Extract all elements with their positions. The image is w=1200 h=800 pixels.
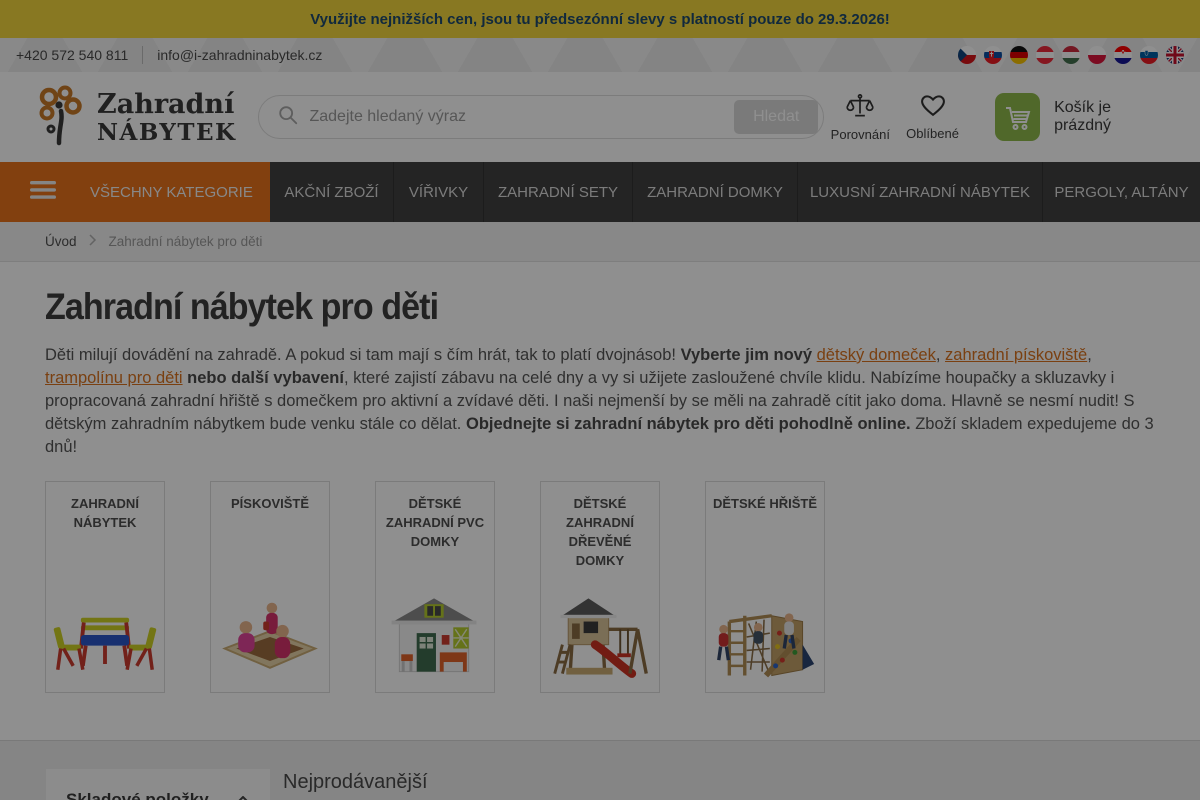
category-card-piskoviste[interactable]: PÍSKOVIŠTĚ xyxy=(210,481,330,693)
german-flag-icon[interactable] xyxy=(1010,46,1028,64)
search-icon xyxy=(277,104,299,131)
favorites-label: Oblíbené xyxy=(906,126,959,141)
bottom-section: Skladové položky Nejprodávanější xyxy=(0,740,1200,800)
promo-banner: Využijte nejnižších cen, jsou tu předsez… xyxy=(0,0,1200,38)
intro-text: , xyxy=(936,346,945,364)
breadcrumb: Úvod Zahradní nábytek pro děti xyxy=(0,222,1200,262)
header-actions: Porovnání Oblíbené Košík xyxy=(824,93,1166,142)
compare-button[interactable]: Porovnání xyxy=(824,93,896,142)
page: Využijte nejnižších cen, jsou tu předsez… xyxy=(0,0,1200,800)
main-nav: VŠECHNY KATEGORIE AKČNÍ ZBOŽÍ VÍŘIVKY ZA… xyxy=(0,162,1200,222)
nav-item-luxusni-zahradni-nabytek[interactable]: LUXUSNÍ ZAHRADNÍ NÁBYTEK xyxy=(797,162,1042,222)
page-title: Zahradní nábytek pro děti xyxy=(45,286,1078,328)
category-image-wooden-playhouse xyxy=(547,588,653,684)
bestsellers: Nejprodávanější xyxy=(283,741,1168,800)
breadcrumb-home[interactable]: Úvod xyxy=(45,234,77,249)
category-card-pvc-domky[interactable]: DĚTSKÉ ZAHRADNÍ PVC DOMKY xyxy=(375,481,495,693)
category-image-sandbox xyxy=(217,588,323,684)
category-image-pvc-playhouse xyxy=(382,588,488,684)
nav-all-categories[interactable]: VŠECHNY KATEGORIE xyxy=(0,162,270,222)
language-switcher xyxy=(958,46,1184,64)
intro-text: Děti milují dovádění na zahradě. A pokud… xyxy=(45,346,681,364)
link-zahradni-piskoviste[interactable]: zahradní pískoviště xyxy=(945,346,1087,364)
category-cards: ZAHRADNÍ NÁBYTEK xyxy=(45,481,1168,693)
contact-divider xyxy=(142,46,143,64)
polish-flag-icon[interactable] xyxy=(1088,46,1106,64)
phone-link[interactable]: +420 572 540 811 xyxy=(16,47,128,63)
category-title: ZAHRADNÍ NÁBYTEK xyxy=(53,494,157,532)
compare-label: Porovnání xyxy=(831,127,890,142)
intro-bold: Vyberte jim nový xyxy=(681,346,817,364)
category-title: DĚTSKÉ ZAHRADNÍ PVC DOMKY xyxy=(383,494,487,551)
czech-flag-icon[interactable] xyxy=(958,46,976,64)
bestsellers-title: Nejprodávanější xyxy=(283,771,1168,794)
category-title: DĚTSKÉ HŘIŠTĚ xyxy=(713,494,817,513)
logo[interactable]: Zahradní NÁBYTEK xyxy=(34,84,236,151)
stock-filter-box: Skladové položky xyxy=(46,769,270,800)
hungarian-flag-icon[interactable] xyxy=(1062,46,1080,64)
logo-line2: NÁBYTEK xyxy=(97,121,236,144)
link-detsky-domecek[interactable]: dětský domeček xyxy=(817,346,936,364)
nav-item-virivky[interactable]: VÍŘIVKY xyxy=(393,162,483,222)
nav-item-zahradni-sety[interactable]: ZAHRADNÍ SETY xyxy=(483,162,632,222)
hamburger-icon xyxy=(30,181,56,203)
favorites-button[interactable]: Oblíbené xyxy=(896,93,968,141)
category-title: PÍSKOVIŠTĚ xyxy=(231,494,309,513)
cart[interactable]: Košík je prázdný xyxy=(995,93,1166,141)
category-card-drevene-domky[interactable]: DĚTSKÉ ZAHRADNÍ DŘEVĚNÉ DOMKY xyxy=(540,481,660,693)
topbar: +420 572 540 811 info@i-zahradninabytek.… xyxy=(0,38,1200,72)
heart-icon xyxy=(919,93,947,123)
austrian-flag-icon[interactable] xyxy=(1036,46,1054,64)
link-trampolina-pro-deti[interactable]: trampolínu pro děti xyxy=(45,369,183,387)
category-card-detske-hriste[interactable]: DĚTSKÉ HŘIŠTĚ xyxy=(705,481,825,693)
chevron-right-icon xyxy=(89,234,97,249)
intro-bold: Objednejte si zahradní nábytek pro děti … xyxy=(466,415,911,433)
nav-all-categories-label: VŠECHNY KATEGORIE xyxy=(90,184,253,201)
british-flag-icon[interactable] xyxy=(1166,46,1184,64)
croatian-flag-icon[interactable] xyxy=(1114,46,1132,64)
slovenian-flag-icon[interactable] xyxy=(1140,46,1158,64)
category-image-garden-furniture xyxy=(52,588,158,684)
logo-text: Zahradní NÁBYTEK xyxy=(97,91,236,144)
nav-item-akcni-zbozi[interactable]: AKČNÍ ZBOŽÍ xyxy=(270,162,393,222)
email-link[interactable]: info@i-zahradninabytek.cz xyxy=(157,47,322,63)
category-image-playground xyxy=(712,588,818,684)
contact-info: +420 572 540 811 info@i-zahradninabytek.… xyxy=(16,46,322,64)
stock-filter-title: Skladové položky xyxy=(66,790,209,800)
cart-button[interactable] xyxy=(995,93,1040,141)
search-button[interactable]: Hledat xyxy=(734,100,818,134)
main-content: Zahradní nábytek pro děti Děti milují do… xyxy=(0,286,1200,693)
chevron-up-icon[interactable] xyxy=(236,791,250,800)
intro-paragraph: Děti milují dovádění na zahradě. A pokud… xyxy=(45,344,1167,459)
intro-text: , xyxy=(1087,346,1092,364)
breadcrumb-current: Zahradní nábytek pro děti xyxy=(109,234,263,249)
promo-text: Využijte nejnižších cen, jsou tu předsez… xyxy=(310,11,890,28)
flower-logo-icon xyxy=(34,84,88,151)
scales-icon xyxy=(845,93,875,124)
slovak-flag-icon[interactable] xyxy=(984,46,1002,64)
search-bar: Hledat xyxy=(258,95,824,139)
logo-line1: Zahradní xyxy=(97,91,236,118)
category-title: DĚTSKÉ ZAHRADNÍ DŘEVĚNÉ DOMKY xyxy=(548,494,652,570)
category-card-zahradni-nabytek[interactable]: ZAHRADNÍ NÁBYTEK xyxy=(45,481,165,693)
nav-item-pergoly-altany[interactable]: PERGOLY, ALTÁNY xyxy=(1042,162,1200,222)
intro-bold: nebo další vybavení xyxy=(183,369,344,387)
stock-filter-header[interactable]: Skladové položky xyxy=(66,790,250,800)
cart-status-label: Košík je prázdný xyxy=(1054,99,1166,135)
header: Zahradní NÁBYTEK Hledat Porovnání xyxy=(0,72,1200,162)
nav-item-zahradni-domky[interactable]: ZAHRADNÍ DOMKY xyxy=(632,162,797,222)
